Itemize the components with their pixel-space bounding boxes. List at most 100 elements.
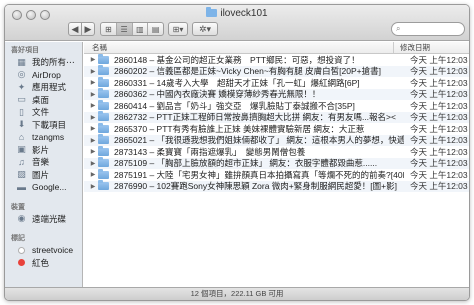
file-date: 今天 上午12:03 xyxy=(410,169,468,180)
disclosure-triangle-icon[interactable]: ▶ xyxy=(88,125,98,132)
folder-icon xyxy=(98,111,109,122)
applications-icon: ✦ xyxy=(17,81,26,92)
file-row[interactable]: ▶ 2875191 – 大陸「宅男女神」雖拚顏真日本拍攝寫真「等爛不死的的前奏?[… xyxy=(84,168,469,181)
movies-icon: ▣ xyxy=(17,144,26,155)
folder-icon xyxy=(98,65,109,76)
sidebar-item-pictures[interactable]: ▨ 圖片 xyxy=(5,169,82,182)
arrange-icon: ⊞▾ xyxy=(172,24,184,34)
file-row[interactable]: ▶ 2865021 – 「我很遜我想我們姐妹倆都收了」 網友：這根本男人的夢想，快… xyxy=(84,134,469,146)
disclosure-triangle-icon[interactable]: ▶ xyxy=(88,68,98,75)
file-name: 2873143 – 柔寶寶「兩指遮爆乳」 變態男鬧僧包養 xyxy=(114,146,306,157)
disclosure-triangle-icon[interactable]: ▶ xyxy=(88,102,98,109)
window-title-text: iloveck101 xyxy=(220,8,268,19)
sidebar-item-desktop[interactable]: ▭ 桌面 xyxy=(5,94,82,107)
folder-icon xyxy=(98,76,109,87)
disclosure-triangle-icon[interactable]: ▶ xyxy=(88,79,98,86)
sidebar-item-label: 遠端光碟 xyxy=(32,213,67,224)
file-row[interactable]: ▶ 2873143 – 柔寶寶「兩指遮爆乳」 變態男鬧僧包養 今天 上午12:03 xyxy=(84,145,469,158)
sidebar-item-documents[interactable]: ▯ 文件 xyxy=(5,106,82,119)
sidebar-item-downloads[interactable]: ⬇ 下載項目 xyxy=(5,119,82,132)
file-row[interactable]: ▶ 2860148 – 基金公司的超正女業務 PTT鄉民：可惡，想投資了！ 今天 上… xyxy=(84,53,469,66)
column-header-date[interactable]: 修改日期 xyxy=(394,42,469,53)
arrange-button[interactable]: ⊞▾ xyxy=(168,22,188,36)
file-row[interactable]: ▶ 2860414 – 劉品言「奶斗」強交亞 爆乳臉貼丁泰誠搬不合[35P] 今天 … xyxy=(84,99,469,112)
sidebar-item-airdrop[interactable]: ◎ AirDrop xyxy=(5,69,82,82)
file-row[interactable]: ▶ 2862732 – PTT正妹工程師日常按鼻擠胸超大比拼 網友：有男友嗎...… xyxy=(84,111,469,123)
sidebar-item-all-files[interactable]: ▦ 我的所有⋯ xyxy=(5,56,82,69)
sidebar-item-label: 影片 xyxy=(32,144,50,155)
file-row[interactable]: ▶ 2875109 – 「胸部上臉放額的超市正妹」 網友：衣服字體都毀曲惹....… xyxy=(84,157,469,169)
disclosure-triangle-icon[interactable]: ▶ xyxy=(88,183,98,190)
finder-window: iloveck101 ◀ ▶ ⊞ ☰ ▥ ▤ ⊞▾ ✲▾ ⌕ 喜好項目 ▦ 我的所… xyxy=(4,4,470,301)
disclosure-triangle-icon[interactable]: ▶ xyxy=(88,56,98,63)
disclosure-triangle-icon[interactable]: ▶ xyxy=(88,148,98,155)
sidebar-item-label: 我的所有⋯ xyxy=(32,57,75,68)
view-mode-switcher: ⊞ ☰ ▥ ▤ xyxy=(100,22,164,36)
file-name: 2865021 – 「我很遜我想我們姐妹倆都收了」 網友：這根本男人的夢想，快遞… xyxy=(114,135,404,146)
file-name: 2875191 – 大陸「宅男女神」雖拚顏真日本拍攝寫真「等爛不死的的前奏?[4… xyxy=(114,169,404,180)
sidebar-item-label: streetvoice xyxy=(32,245,74,256)
sidebar-section-favorites: 喜好項目 xyxy=(11,47,39,54)
all-files-icon: ▦ xyxy=(17,56,26,67)
back-button[interactable]: ◀ xyxy=(68,22,82,36)
sidebar-item-home[interactable]: ⌂ tzangms xyxy=(5,131,82,144)
folder-icon xyxy=(98,88,109,99)
column-view-button[interactable]: ▥ xyxy=(133,23,149,35)
sidebar-item-label: 文件 xyxy=(32,107,50,118)
folder-icon xyxy=(98,157,109,168)
tag-color-dot xyxy=(18,246,25,254)
sidebar-item-label: 圖片 xyxy=(32,169,50,180)
chevron-right-icon: ▶ xyxy=(84,23,92,34)
sidebar-item-music[interactable]: ♫ 音樂 xyxy=(5,156,82,169)
music-icon: ♫ xyxy=(18,157,25,168)
file-name: 2875109 – 「胸部上臉放額的超市正妹」 網友：衣服字體都毀曲惹.....… xyxy=(114,158,378,169)
disclosure-triangle-icon[interactable]: ▶ xyxy=(88,171,98,178)
file-date: 今天 上午12:03 xyxy=(410,100,468,111)
folder-icon xyxy=(206,7,218,17)
cover-flow-button[interactable]: ▤ xyxy=(148,23,163,35)
file-row[interactable]: ▶ 2865370 – PTT有秀有臉誰上正妹 美妹裸體實驗新居 網友：大正惹 今天… xyxy=(84,122,469,135)
file-date: 今天 上午12:03 xyxy=(410,135,468,146)
folder-icon xyxy=(98,122,109,133)
disclosure-triangle-icon[interactable]: ▶ xyxy=(88,160,98,167)
file-row[interactable]: ▶ 2860202 – 信義區都是正妹~Vicky Chen~有胸有腿 皮膚白皙[… xyxy=(84,65,469,77)
file-date: 今天 上午12:03 xyxy=(410,181,468,192)
list-view-button[interactable]: ☰ xyxy=(116,23,133,35)
column-header-name[interactable]: 名稱 xyxy=(84,42,394,53)
file-date: 今天 上午12:03 xyxy=(410,89,468,100)
file-date: 今天 上午12:03 xyxy=(410,112,468,123)
action-button[interactable]: ✲▾ xyxy=(192,22,218,36)
file-row[interactable]: ▶ 2860331 – 14歲考入大學 超甜天才正妹「孔一虹」爆紅網路[6P] 今天… xyxy=(84,76,469,89)
file-date: 今天 上午12:03 xyxy=(410,123,468,134)
gear-icon: ✲▾ xyxy=(198,23,212,34)
sidebar-item-remote-disc[interactable]: ◉ 遠端光碟 xyxy=(5,213,82,226)
sidebar-item-movies[interactable]: ▣ 影片 xyxy=(5,144,82,157)
file-row[interactable]: ▶ 2860362 – 中國內衣廠決賽 嬌模穿薄紗秀春光無限！！ 今天 上午12:0… xyxy=(84,88,469,100)
sidebar-section-tags: 標記 xyxy=(11,235,25,242)
sidebar-item-applications[interactable]: ✦ 應用程式 xyxy=(5,81,82,94)
disclosure-triangle-icon[interactable]: ▶ xyxy=(88,137,98,144)
airdrop-icon: ◎ xyxy=(17,69,26,80)
sidebar-item-google[interactable]: ▬ Google... xyxy=(5,181,82,194)
sidebar-item-tag-red[interactable]: 紅色 xyxy=(5,257,82,270)
downloads-icon: ⬇ xyxy=(17,119,26,130)
folder-icon xyxy=(98,99,109,110)
home-icon: ⌂ xyxy=(18,132,25,143)
disclosure-triangle-icon[interactable]: ▶ xyxy=(88,114,98,121)
sidebar-item-tag-streetvoice[interactable]: streetvoice xyxy=(5,244,82,257)
file-date: 今天 上午12:03 xyxy=(410,146,468,157)
disc-icon: ◉ xyxy=(17,213,26,224)
search-field[interactable]: ⌕ xyxy=(391,22,465,36)
column-header-row: 名稱 修改日期 xyxy=(84,42,469,54)
folder-icon xyxy=(98,145,109,156)
desktop-icon: ▭ xyxy=(17,94,26,105)
folder-icon xyxy=(98,134,109,145)
chevron-left-icon: ◀ xyxy=(71,23,79,34)
folder-icon xyxy=(98,53,109,64)
forward-button[interactable]: ▶ xyxy=(81,22,95,36)
file-row[interactable]: ▶ 2876990 – 102賽跑Sony女神陳思穎 Zora 微肉+緊身制服網民… xyxy=(84,180,469,192)
icon-view-button[interactable]: ⊞ xyxy=(101,23,117,35)
disclosure-triangle-icon[interactable]: ▶ xyxy=(88,91,98,98)
file-name: 2860148 – 基金公司的超正女業務 PTT鄉民：可惡，想投資了！ xyxy=(114,54,360,65)
file-name: 2860362 – 中國內衣廠決賽 嬌模穿薄紗秀春光無限！！ xyxy=(114,89,321,100)
